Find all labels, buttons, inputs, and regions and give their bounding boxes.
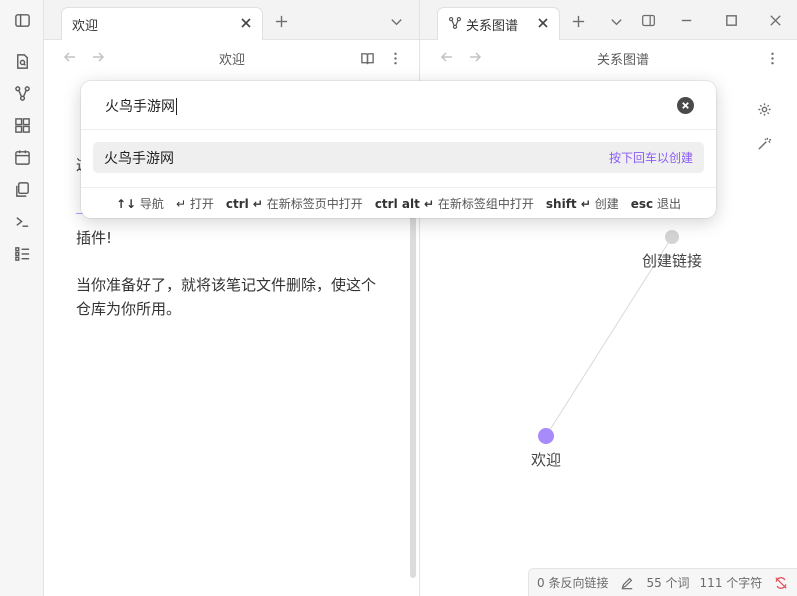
suggestion-title: 火鸟手游网 xyxy=(104,150,174,167)
right-sidebar-toggle-icon[interactable] xyxy=(637,9,659,31)
graph-view-icon[interactable] xyxy=(12,83,32,103)
quick-switcher-icon[interactable] xyxy=(12,51,32,71)
tab-graph[interactable]: 关系图谱 xyxy=(437,7,560,40)
word-count: 55 个词 xyxy=(646,576,690,590)
right-tab-bar: 关系图谱 xyxy=(420,0,797,40)
graph-view-icon xyxy=(448,16,462,30)
maximize-icon[interactable] xyxy=(720,9,742,31)
page-title: 欢迎 xyxy=(218,52,245,68)
tab-title: 欢迎 xyxy=(72,18,99,34)
minimize-icon[interactable] xyxy=(675,9,697,31)
scrollbar[interactable] xyxy=(410,200,416,578)
pencil-icon[interactable] xyxy=(620,575,636,591)
backlinks-count[interactable]: 0 条反向链接 xyxy=(537,574,608,591)
sync-off-icon[interactable] xyxy=(774,575,790,591)
back-arrow-icon[interactable] xyxy=(60,47,80,67)
instructions-bar: ↑↓ 导航 ↵ 打开 ctrl ↵ 在新标签页中打开 ctrl alt ↵ 在新… xyxy=(81,191,716,215)
new-tab-plus-icon[interactable] xyxy=(567,10,589,32)
calendar-icon[interactable] xyxy=(12,147,32,167)
graph-node[interactable] xyxy=(538,428,554,444)
tab-welcome[interactable]: 欢迎 xyxy=(61,7,263,40)
sidebar-toggle-icon[interactable] xyxy=(12,10,32,30)
search-input-value: 火鸟手游网 xyxy=(105,99,175,115)
text-caret xyxy=(176,97,177,115)
divider xyxy=(81,129,716,130)
terminal-icon[interactable] xyxy=(12,211,32,231)
char-count: 111 个字符 xyxy=(699,576,763,590)
instruction-item: esc 退出 xyxy=(630,196,681,211)
window-close-icon[interactable] xyxy=(764,9,786,31)
chevron-down-icon[interactable] xyxy=(605,10,627,32)
forward-arrow-icon[interactable] xyxy=(465,47,485,67)
chevron-down-icon[interactable] xyxy=(385,10,407,32)
instruction-item: ↑↓ 导航 xyxy=(115,196,164,211)
close-icon[interactable] xyxy=(239,16,253,30)
note-paragraph: 当你准备好了，就将该笔记文件删除，使这个仓库为你所用。 xyxy=(76,276,377,318)
status-bar: 0 条反向链接 55 个词 111 个字符 xyxy=(528,568,797,596)
search-input[interactable]: 火鸟手游网 xyxy=(105,95,177,117)
instruction-item: ↵ 打开 xyxy=(175,196,214,211)
list-icon[interactable] xyxy=(12,243,32,263)
tab-title: 关系图谱 xyxy=(466,18,519,34)
graph-node-label: 创建链接 xyxy=(642,252,702,270)
quick-switcher-modal: 火鸟手游网 火鸟手游网 按下回车以创建 ↑↓ 导航 ↵ 打开 ctrl ↵ 在新… xyxy=(81,81,716,218)
canvas-icon[interactable] xyxy=(12,115,32,135)
close-icon[interactable] xyxy=(536,16,550,30)
new-tab-plus-icon[interactable] xyxy=(270,10,292,32)
note-text-partial: 插件! xyxy=(76,229,113,247)
instruction-item: ctrl ↵ 在新标签页中打开 xyxy=(225,196,363,211)
clear-input-icon[interactable] xyxy=(677,97,694,114)
back-arrow-icon[interactable] xyxy=(437,47,457,67)
instruction-item: ctrl alt ↵ 在新标签组中打开 xyxy=(374,196,534,211)
divider xyxy=(81,187,716,188)
left-tab-bar: 欢迎 xyxy=(44,0,419,40)
graph-node-label: 欢迎 xyxy=(531,451,561,469)
graph-title: 关系图谱 xyxy=(596,52,649,68)
more-options-icon[interactable] xyxy=(384,47,406,69)
reading-view-book-icon[interactable] xyxy=(356,47,378,69)
templates-icon[interactable] xyxy=(12,179,32,199)
graph-node[interactable] xyxy=(665,230,679,244)
instruction-item: shift ↵ 创建 xyxy=(545,196,619,211)
forward-arrow-icon[interactable] xyxy=(88,47,108,67)
left-ribbon xyxy=(0,0,44,596)
suggestion-hint: 按下回车以创建 xyxy=(608,151,693,165)
suggestion-item[interactable]: 火鸟手游网 按下回车以创建 xyxy=(93,142,704,173)
more-options-icon[interactable] xyxy=(761,47,783,69)
